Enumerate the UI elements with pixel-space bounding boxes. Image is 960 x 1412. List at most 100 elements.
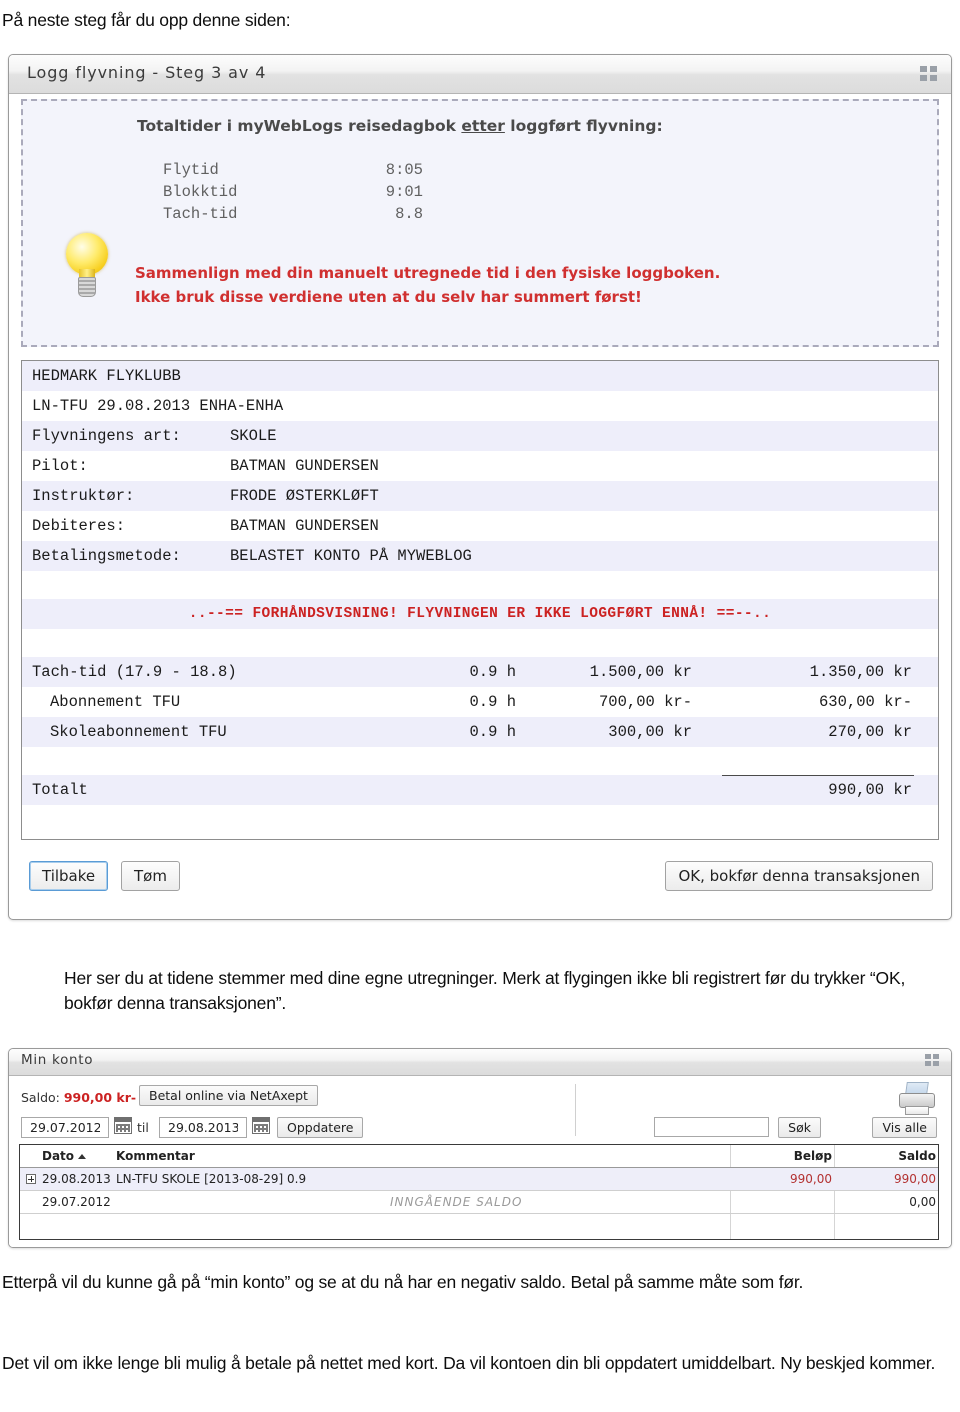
window-title: Logg flyvning - Steg 3 av 4 xyxy=(27,63,267,82)
receipt-line-item: Abonnement TFU 0.9 h 700,00 kr- 630,00 k… xyxy=(22,687,938,717)
logg-flyvning-window: Logg flyvning - Steg 3 av 4 Totaltider i… xyxy=(8,54,952,920)
printer-icon[interactable] xyxy=(897,1082,937,1118)
receipt-row-field: Pilot: BATMAN GUNDERSEN xyxy=(22,451,938,481)
mid-paragraph: Her ser du at tidene stemmer med dine eg… xyxy=(64,968,906,1013)
hint-warning-line-2: Ikke bruk disse verdiene uten at du selv… xyxy=(135,288,642,306)
field-value: BATMAN GUNDERSEN xyxy=(230,457,379,475)
receipt-spacer xyxy=(22,805,938,833)
date-range-separator-label: til xyxy=(137,1120,149,1135)
field-label: Pilot: xyxy=(32,457,88,475)
table-header-row: Dato Kommentar Beløp Saldo xyxy=(20,1145,938,1168)
times-label: Flytid xyxy=(163,161,219,179)
cell-date: 29.08.2013 xyxy=(42,1172,111,1186)
show-all-button[interactable]: Vis alle xyxy=(872,1117,937,1138)
search-input[interactable] xyxy=(654,1117,769,1137)
times-label: Tach-tid xyxy=(163,205,238,223)
line-qty: 0.9 h xyxy=(469,663,516,681)
line-sum: 1.350,00 kr xyxy=(809,663,912,681)
search-button[interactable]: Søk xyxy=(778,1117,821,1138)
pay-online-button[interactable]: Betal online via NetAxept xyxy=(139,1085,318,1106)
lightbulb-icon xyxy=(59,231,115,307)
field-label: Debiteres: xyxy=(32,517,126,535)
field-value: BATMAN GUNDERSEN xyxy=(230,517,379,535)
times-value: 8.8 xyxy=(395,205,423,223)
line-price: 1.500,00 kr xyxy=(589,663,692,681)
hint-box: Totaltider i myWebLogs reisedagbok etter… xyxy=(21,99,939,347)
hint-heading-before: Totaltider i myWebLogs reisedagbok xyxy=(137,117,462,135)
times-row: Flytid 8:05 xyxy=(163,159,423,181)
transactions-table: Dato Kommentar Beløp Saldo 29.08.2013 LN… xyxy=(19,1144,939,1240)
saldo-label: Saldo: xyxy=(21,1090,64,1105)
hint-warning-line-1: Sammenlign med din manuelt utregnede tid… xyxy=(135,264,721,282)
flight-line: LN-TFU 29.08.2013 ENHA-ENHA xyxy=(32,397,284,415)
update-button[interactable]: Oppdatere xyxy=(277,1117,364,1138)
receipt-spacer xyxy=(22,629,938,657)
konto-body: Saldo: 990,00 kr- Betal online via NetAx… xyxy=(9,1076,951,1247)
action-button-row: Tilbake Tøm OK, bokfør denna transaksjon… xyxy=(9,855,951,905)
field-value: FRODE ØSTERKLØFT xyxy=(230,487,379,505)
totals-times-table: Flytid 8:05 Blokktid 9:01 Tach-tid 8.8 xyxy=(163,159,423,225)
table-row[interactable]: 29.07.2012 INNGÅENDE SALDO 0,00 xyxy=(20,1191,938,1214)
line-qty: 0.9 h xyxy=(469,693,516,711)
line-sum: 630,00 kr- xyxy=(818,693,912,711)
calendar-icon[interactable] xyxy=(114,1117,132,1134)
line-qty: 0.9 h xyxy=(469,723,516,741)
expand-row-icon[interactable] xyxy=(26,1174,36,1184)
min-konto-window: Min konto Saldo: 990,00 kr- Betal online… xyxy=(8,1048,952,1248)
hint-warning: Sammenlign med din manuelt utregnede tid… xyxy=(135,261,720,309)
line-price: 300,00 kr xyxy=(608,723,692,741)
column-header-date-label: Dato xyxy=(42,1149,75,1163)
date-to-input[interactable] xyxy=(159,1117,247,1138)
back-button[interactable]: Tilbake xyxy=(29,861,109,891)
konto-titlebar: Min konto xyxy=(9,1049,951,1076)
final-paragraph: Det vil om ikke lenge bli mulig å betale… xyxy=(2,1353,936,1373)
times-row: Blokktid 9:01 xyxy=(163,181,423,203)
receipt-line-item: Tach-tid (17.9 - 18.8) 0.9 h 1.500,00 kr… xyxy=(22,657,938,687)
field-label: Instruktør: xyxy=(32,487,135,505)
intro-paragraph: På neste steg får du opp denne siden: xyxy=(2,10,291,30)
field-value: SKOLE xyxy=(230,427,277,445)
times-value: 8:05 xyxy=(385,161,423,179)
receipt-line-item: Skoleabonnement TFU 0.9 h 300,00 kr 270,… xyxy=(22,717,938,747)
table-row[interactable]: 29.08.2013 LN-TFU SKOLE [2013-08-29] 0.9… xyxy=(20,1168,938,1191)
receipt-preview-panel: HEDMARK FLYKLUBB LN-TFU 29.08.2013 ENHA-… xyxy=(21,360,939,840)
cell-opening-balance-note: INNGÅENDE SALDO xyxy=(390,1195,523,1209)
grid-icon[interactable] xyxy=(920,66,937,81)
club-name: HEDMARK FLYKLUBB xyxy=(32,367,181,385)
toolbar-divider xyxy=(575,1084,576,1136)
grid-icon[interactable] xyxy=(925,1054,939,1066)
field-label: Flyvningens art: xyxy=(32,427,181,445)
column-header-balance[interactable]: Saldo xyxy=(840,1145,936,1167)
field-label: Betalingsmetode: xyxy=(32,547,181,565)
hint-heading-after: loggført flyvning: xyxy=(504,117,663,135)
receipt-total-row: Totalt 990,00 kr xyxy=(22,775,938,805)
after-paragraph: Etterpå vil du kunne gå på “min konto” o… xyxy=(2,1272,804,1292)
calendar-icon[interactable] xyxy=(252,1117,270,1134)
saldo-display: Saldo: 990,00 kr- xyxy=(21,1090,136,1105)
cell-balance: 0,00 xyxy=(909,1195,936,1209)
window-titlebar: Logg flyvning - Steg 3 av 4 xyxy=(9,55,951,94)
receipt-row-club: HEDMARK FLYKLUBB xyxy=(22,361,938,391)
receipt-spacer xyxy=(22,571,938,599)
column-header-date[interactable]: Dato xyxy=(42,1145,87,1167)
line-desc: Tach-tid (17.9 - 18.8) xyxy=(32,663,237,681)
times-row: Tach-tid 8.8 xyxy=(163,203,423,225)
times-label: Blokktid xyxy=(163,183,238,201)
clear-button[interactable]: Tøm xyxy=(121,861,180,891)
konto-window-title: Min konto xyxy=(21,1052,94,1068)
column-header-amount[interactable]: Beløp xyxy=(736,1145,832,1167)
receipt-row-field: Instruktør: FRODE ØSTERKLØFT xyxy=(22,481,938,511)
column-header-comment[interactable]: Kommentar xyxy=(116,1145,195,1167)
total-label: Totalt xyxy=(32,781,88,799)
times-value: 9:01 xyxy=(385,183,423,201)
hint-heading: Totaltider i myWebLogs reisedagbok etter… xyxy=(137,117,663,135)
line-desc: Abonnement TFU xyxy=(50,693,181,711)
sort-ascending-icon xyxy=(78,1154,87,1159)
receipt-row-flight: LN-TFU 29.08.2013 ENHA-ENHA xyxy=(22,391,938,421)
cell-date: 29.07.2012 xyxy=(42,1195,111,1209)
receipt-row-field: Flyvningens art: SKOLE xyxy=(22,421,938,451)
receipt-row-field: Debiteres: BATMAN GUNDERSEN xyxy=(22,511,938,541)
date-from-input[interactable] xyxy=(21,1117,109,1138)
confirm-transaction-button[interactable]: OK, bokfør denna transaksjonen xyxy=(665,861,933,891)
receipt-spacer xyxy=(22,747,938,775)
